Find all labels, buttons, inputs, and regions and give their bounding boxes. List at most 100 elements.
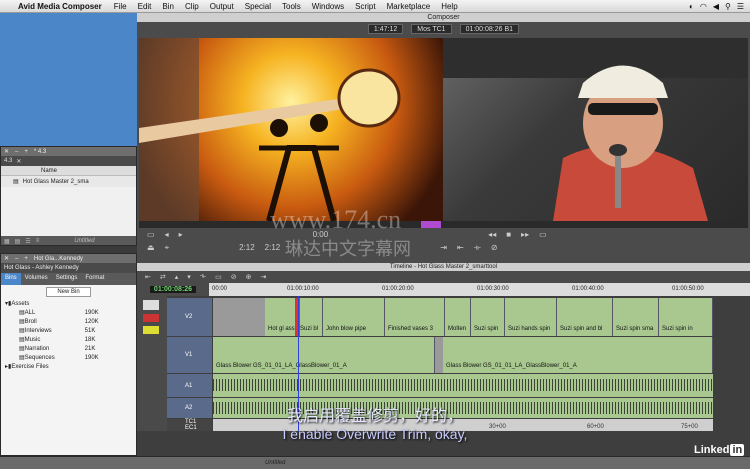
trim-icon[interactable]: ⟛ [474,243,481,253]
source-timecode[interactable]: 1:47:12 [367,24,404,34]
v2-clip[interactable]: Suzi spin [471,298,505,336]
menu-output[interactable]: Output [210,2,234,11]
v2-clip[interactable]: Suzi bl [297,298,323,336]
bin-footer: ▦ ▤ ☰ ≡ Untitled [1,236,136,246]
bin-column-header[interactable]: Name [1,166,136,176]
v2-clip[interactable]: Suzi spin and bl [557,298,613,336]
menu-edit[interactable]: Edit [138,2,152,11]
v2-track-area[interactable]: Hot gl ass Suzi bl John blow pipe Finish… [213,298,713,336]
down-icon[interactable]: ▾ [187,273,191,281]
forward-icon[interactable]: ▸▸ [521,230,529,239]
v2-clip[interactable]: Molten [445,298,471,336]
folder-row[interactable]: ▤ Narration 21K [5,344,136,353]
v2-clip[interactable]: Finished vases 3 [385,298,445,336]
folder-row[interactable]: ▤ Music 18K [5,335,136,344]
list-icon[interactable]: ☰ [737,2,744,11]
overwrite-icon[interactable]: ⇤ [457,243,464,252]
track-v1[interactable]: V1 [167,337,212,373]
record-track-info[interactable]: Mos TC1 [411,24,452,34]
menu-icon[interactable]: ≡ [36,238,40,244]
v2-clip[interactable]: Suzi spin sma [613,298,659,336]
tab-volumes[interactable]: Volumes [21,273,52,285]
v1-clip[interactable]: Glass Blower GS_01_01_LA_GlassBlower_01_… [443,337,713,373]
menu-special[interactable]: Special [245,2,271,11]
track-v2[interactable]: V2 [167,298,212,336]
menu-help[interactable]: Help [441,2,457,11]
zoom-icon[interactable]: + [24,149,28,155]
menu-windows[interactable]: Windows [312,2,344,11]
play-icon[interactable]: ▸ [179,230,183,239]
bin-titlebar: ✕ – + * 4.3 [1,147,136,156]
search-icon[interactable]: ⚲ [725,2,731,11]
link-icon[interactable]: ⊕ [246,273,252,281]
minimize-icon[interactable]: – [15,256,18,262]
new-bin-button[interactable]: New Bin [46,287,91,297]
frame-view-icon[interactable]: ▦ [4,238,10,245]
menu-script[interactable]: Script [355,2,375,11]
position-indicator[interactable] [421,221,441,228]
mark-icon[interactable]: ▭ [215,273,222,281]
folder-row[interactable]: ▤ Broll 120K [5,317,136,326]
app-menu[interactable]: Avid Media Composer [18,2,102,11]
track-a1[interactable]: A1 [167,374,212,397]
bin-tab[interactable]: 4.3 [4,158,12,164]
subtitle-english: I enable Overwrite Trim, okay, [282,426,468,442]
v2-clip[interactable]: John blow pipe [323,298,385,336]
timeline-timecode[interactable]: 01:00:08:26 [149,286,197,293]
menu-bin[interactable]: Bin [162,2,174,11]
clear-icon[interactable]: ⊘ [231,273,237,281]
splice-icon[interactable]: ⇥ [440,243,447,252]
v1-track-area[interactable]: Glass Blower GS_01_01_LA_GlassBlower_01_… [213,337,713,373]
tab-settings[interactable]: Settings [52,273,82,285]
record-track-button[interactable] [143,314,159,322]
tab-close-icon[interactable]: ✕ [16,158,21,165]
mark-out-icon[interactable]: ▭ [539,230,547,239]
v1-clip[interactable]: Glass Blower GS_01_01_LA_GlassBlower_01_… [213,337,435,373]
a1-track-area[interactable] [213,374,713,397]
add-edit-icon[interactable]: ⌖ [165,243,170,253]
wifi-icon[interactable]: ◠ [700,2,707,11]
close-icon[interactable]: ✕ [4,255,9,262]
segment-icon[interactable]: ⇄ [160,273,166,281]
lift-icon[interactable]: ⇤ [145,273,151,281]
source-monitor[interactable] [139,38,443,221]
tab-bins[interactable]: Bins [1,273,21,285]
zoom-icon[interactable]: + [24,256,28,262]
menu-marketplace[interactable]: Marketplace [387,2,431,11]
folder-row[interactable]: ▾ ▮ Assets [5,299,136,308]
status-icon[interactable]: ◐ [689,2,694,11]
position-bar[interactable] [139,221,748,228]
record-monitor[interactable] [443,38,748,221]
v2-clip[interactable]: Suzi spin in [659,298,713,336]
track-selector[interactable] [143,300,159,310]
stop-icon[interactable]: ■ [506,230,511,239]
splice-icon[interactable]: ⇥ [261,273,267,281]
v2-clip[interactable]: Hot gl ass [265,298,297,336]
tab-format[interactable]: Format [81,273,108,285]
trim-icon[interactable]: ⟛ [200,273,206,281]
close-icon[interactable]: ✕ [4,148,9,155]
mark-in-icon[interactable]: ▭ [147,230,155,239]
minimize-icon[interactable]: – [15,149,18,155]
bin-row[interactable]: ▤ Hot Glass Master 2_sma [1,176,136,187]
menu-tools[interactable]: Tools [282,2,301,11]
folder-row[interactable]: ▸ ▮ Exercise Files [5,362,136,371]
up-icon[interactable]: ▴ [175,273,179,281]
v2-clip[interactable]: Suzi hands spin [505,298,557,336]
list-view-icon[interactable]: ☰ [25,238,30,245]
monitor-button[interactable] [143,326,159,334]
render-icon[interactable]: ⊘ [491,243,498,252]
step-back-icon[interactable]: ◂ [165,230,169,239]
menu-clip[interactable]: Clip [185,2,199,11]
folder-row[interactable]: ▤ ALL 190K [5,308,136,317]
timeline-ruler[interactable]: 00:00 01:00:10:00 01:00:20:00 01:00:30:0… [209,283,750,296]
script-view-icon[interactable]: ▤ [15,238,21,245]
lift-icon[interactable]: ⏏ [147,243,155,252]
folder-row[interactable]: ▤ Sequences 190K [5,353,136,362]
volume-icon[interactable]: ◀ [713,2,719,11]
folder-row[interactable]: ▤ Interviews 51K [5,326,136,335]
record-timecode[interactable]: 01:00:08:26 B1 [459,24,520,34]
menu-file[interactable]: File [114,2,127,11]
rewind-icon[interactable]: ◂◂ [488,230,496,239]
column-name[interactable]: Name [41,168,57,174]
